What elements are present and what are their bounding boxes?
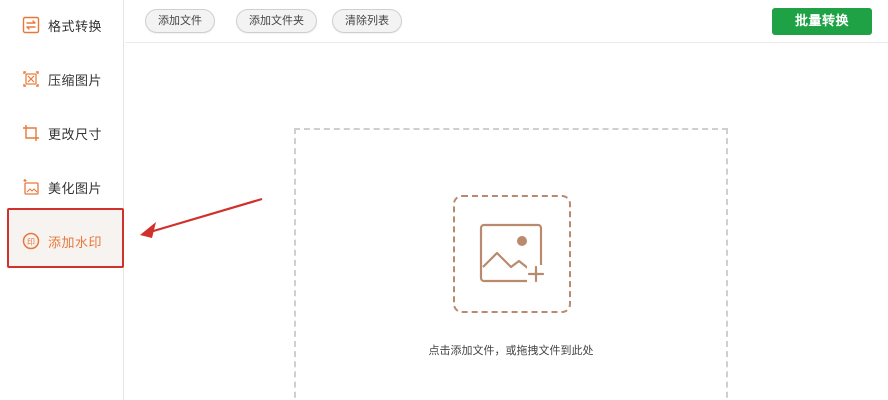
sidebar-item-add-watermark[interactable]: 印 添加水印 bbox=[10, 221, 120, 261]
beautify-icon bbox=[22, 178, 40, 196]
watermark-icon: 印 bbox=[22, 232, 40, 250]
sidebar-item-resize[interactable]: 更改尺寸 bbox=[10, 113, 120, 153]
convert-icon bbox=[22, 16, 40, 34]
resize-icon bbox=[22, 124, 40, 142]
app-window: 格式转换 压缩图片 更改尺寸 美化图片 印 添加水印 添加文件 添加文件夹 清除… bbox=[0, 0, 888, 400]
sidebar-item-label: 美化图片 bbox=[48, 181, 103, 197]
add-image-icon bbox=[479, 223, 545, 283]
add-folder-button[interactable]: 添加文件夹 bbox=[236, 9, 317, 33]
drop-hint-text: 点击添加文件，或拖拽文件到此处 bbox=[428, 344, 594, 357]
sidebar-item-label: 添加水印 bbox=[48, 235, 103, 251]
add-image-button[interactable] bbox=[453, 195, 571, 313]
batch-convert-button[interactable]: 批量转换 bbox=[772, 8, 872, 35]
sidebar-item-beautify[interactable]: 美化图片 bbox=[10, 167, 120, 207]
add-file-button[interactable]: 添加文件 bbox=[145, 9, 215, 33]
sidebar-item-compress[interactable]: 压缩图片 bbox=[10, 59, 120, 99]
svg-text:印: 印 bbox=[27, 238, 35, 247]
sidebar: 格式转换 压缩图片 更改尺寸 美化图片 印 添加水印 bbox=[0, 0, 124, 400]
sidebar-item-format-convert[interactable]: 格式转换 bbox=[10, 5, 120, 45]
sidebar-item-label: 更改尺寸 bbox=[48, 127, 103, 143]
sidebar-item-label: 格式转换 bbox=[48, 19, 103, 35]
sidebar-item-label: 压缩图片 bbox=[48, 73, 103, 89]
compress-icon bbox=[22, 70, 40, 88]
clear-list-button[interactable]: 清除列表 bbox=[332, 9, 402, 33]
